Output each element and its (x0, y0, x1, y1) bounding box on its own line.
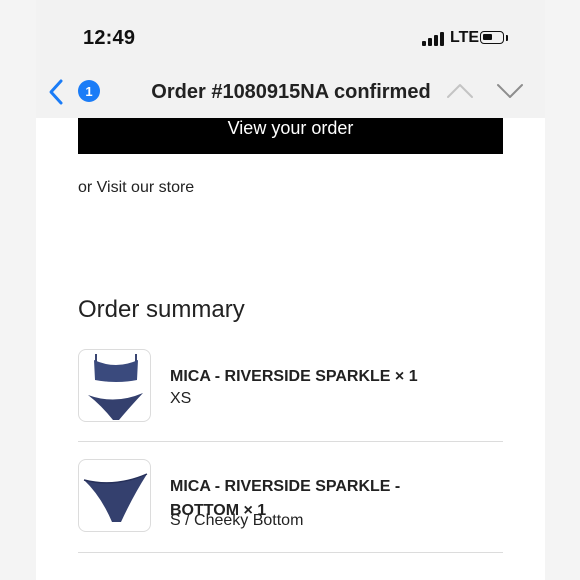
network-type: LTE (450, 29, 480, 46)
visit-store-link[interactable]: Visit our store (97, 179, 195, 196)
unread-count-badge[interactable]: 1 (78, 80, 100, 102)
battery-tip (506, 35, 508, 41)
battery-icon (480, 31, 504, 44)
chevron-down-icon[interactable] (496, 82, 524, 100)
visit-store-row: or Visit our store (78, 179, 194, 197)
bikini-bottom-thumbnail (78, 459, 151, 532)
chevron-up-icon[interactable] (446, 82, 474, 100)
visit-store-prefix: or (78, 179, 97, 196)
header-area: 12:49 LTE 1 Order #1080915NA confirmed (36, 0, 545, 118)
chevron-left-icon[interactable] (48, 78, 64, 106)
order-summary-heading: Order summary (78, 296, 245, 323)
bikini-set-thumbnail (78, 349, 151, 422)
phone-screen: View your order 12:49 LTE 1 Order #10809… (36, 0, 545, 580)
status-time: 12:49 (83, 27, 136, 49)
item-variant: S / Cheeky Bottom (170, 512, 304, 529)
message-title: Order #1080915NA confirmed (151, 81, 431, 103)
divider (78, 441, 503, 442)
view-order-label: View your order (227, 117, 354, 138)
item-variant: XS (170, 390, 192, 407)
signal-bars-icon (422, 31, 444, 46)
item-title: MICA - RIVERSIDE SPARKLE × 1 (170, 368, 418, 385)
divider (78, 552, 503, 553)
